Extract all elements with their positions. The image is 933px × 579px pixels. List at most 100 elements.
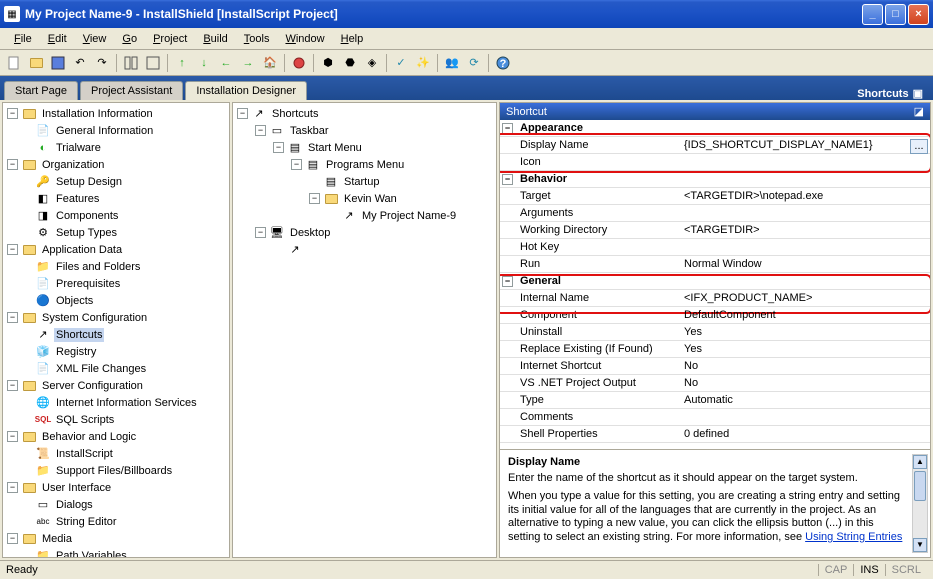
property-grid[interactable]: −Appearance Display Name{IDS_SHORTCUT_DI… — [500, 120, 930, 449]
scroll-down-icon[interactable]: ▼ — [913, 538, 927, 552]
tree-node[interactable]: Support Files/Billboards — [54, 464, 174, 478]
menu-view[interactable]: View — [77, 31, 113, 47]
expander-icon[interactable]: − — [7, 108, 18, 119]
scrollbar[interactable]: ▲ ▼ — [912, 454, 928, 553]
redo-icon[interactable]: ↷ — [92, 53, 112, 73]
prop-value[interactable]: 0 defined — [680, 428, 930, 440]
prop-value[interactable]: No — [680, 360, 930, 372]
menu-edit[interactable]: Edit — [42, 31, 73, 47]
tree-node[interactable]: User Interface — [40, 481, 113, 495]
tab-start-page[interactable]: Start Page — [4, 81, 78, 100]
prop-value[interactable]: Yes — [680, 326, 930, 338]
new-icon[interactable] — [4, 53, 24, 73]
refresh-icon[interactable]: ⟳ — [464, 53, 484, 73]
tree-node[interactable]: InstallScript — [54, 447, 115, 461]
menu-window[interactable]: Window — [279, 31, 330, 47]
prop-value[interactable]: Normal Window — [680, 258, 930, 270]
menu-tools[interactable]: Tools — [238, 31, 276, 47]
tree-node[interactable]: Taskbar — [288, 124, 331, 138]
prop-value[interactable]: {IDS_SHORTCUT_DISPLAY_NAME1}... — [680, 139, 930, 151]
tree-node[interactable]: XML File Changes — [54, 362, 148, 376]
tree-node[interactable]: System Configuration — [40, 311, 149, 325]
tree-node[interactable]: String Editor — [54, 515, 119, 529]
expander-icon[interactable]: − — [255, 227, 266, 238]
tree-node[interactable]: Objects — [54, 294, 95, 308]
down-icon[interactable]: ↓ — [194, 53, 214, 73]
home-icon[interactable]: 🏠 — [260, 53, 280, 73]
tree-node[interactable]: Setup Types — [54, 226, 119, 240]
scroll-thumb[interactable] — [914, 471, 926, 501]
menu-go[interactable]: Go — [116, 31, 143, 47]
expander-icon[interactable]: − — [7, 431, 18, 442]
scroll-up-icon[interactable]: ▲ — [913, 455, 927, 469]
tree-node[interactable]: Programs Menu — [324, 158, 406, 172]
tree-node[interactable]: My Project Name-9 — [360, 209, 458, 223]
tree-node[interactable]: Internet Information Services — [54, 396, 199, 410]
expander-icon[interactable]: − — [502, 276, 513, 287]
tree-node[interactable]: Startup — [342, 175, 381, 189]
expander-icon[interactable]: − — [273, 142, 284, 153]
tree-node[interactable]: Desktop — [288, 226, 332, 240]
build2-icon[interactable]: ⬣ — [340, 53, 360, 73]
tree-node[interactable]: General Information — [54, 124, 155, 138]
expander-icon[interactable]: − — [7, 380, 18, 391]
close-button[interactable]: × — [908, 4, 929, 25]
open-icon[interactable] — [26, 53, 46, 73]
expander-icon[interactable]: − — [309, 193, 320, 204]
tree-node[interactable]: Prerequisites — [54, 277, 122, 291]
expander-icon[interactable]: − — [291, 159, 302, 170]
prop-value[interactable]: <TARGETDIR> — [680, 224, 930, 236]
menu-project[interactable]: Project — [147, 31, 193, 47]
tree-node[interactable]: Components — [54, 209, 120, 223]
expander-icon[interactable]: − — [7, 244, 18, 255]
tree-node[interactable]: SQL Scripts — [54, 413, 116, 427]
tree-node[interactable]: Start Menu — [306, 141, 364, 155]
help-icon[interactable]: ? — [493, 53, 513, 73]
menu-help[interactable]: Help — [335, 31, 370, 47]
maximize-button[interactable]: □ — [885, 4, 906, 25]
tree-node[interactable]: Trialware — [54, 141, 103, 155]
tree-node-shortcuts[interactable]: Shortcuts — [54, 328, 104, 342]
menu-file[interactable]: File — [8, 31, 38, 47]
menu-build[interactable]: Build — [197, 31, 233, 47]
forward-icon[interactable]: → — [238, 53, 258, 73]
tree-node[interactable]: Dialogs — [54, 498, 95, 512]
tree-node[interactable]: Files and Folders — [54, 260, 142, 274]
shortcuts-tree-panel[interactable]: −↗Shortcuts −▭Taskbar −▤Start Menu −▤Pro… — [232, 102, 497, 558]
tree-node[interactable]: Setup Design — [54, 175, 124, 189]
wizard-icon[interactable]: ✨ — [413, 53, 433, 73]
tree-node[interactable]: Application Data — [40, 243, 124, 257]
tree-node[interactable]: Kevin Wan — [342, 192, 399, 206]
expander-icon[interactable]: − — [7, 159, 18, 170]
expander-icon[interactable]: − — [255, 125, 266, 136]
expander-icon[interactable]: − — [502, 174, 513, 185]
ellipsis-button[interactable]: ... — [910, 139, 928, 154]
tree-node[interactable]: Features — [54, 192, 101, 206]
tree-node[interactable]: Organization — [40, 158, 106, 172]
tree-node[interactable]: Server Configuration — [40, 379, 145, 393]
view-list-panel[interactable]: −Installation Information 📄General Infor… — [2, 102, 230, 558]
prop-value[interactable]: DefaultComponent — [680, 309, 930, 321]
expander-icon[interactable]: − — [7, 533, 18, 544]
tree-node[interactable]: Path Variables — [54, 549, 129, 559]
panel-pin-icon[interactable]: ◪ — [914, 105, 924, 118]
tab-project-assistant[interactable]: Project Assistant — [80, 81, 183, 100]
layout2-icon[interactable] — [143, 53, 163, 73]
expander-icon[interactable]: − — [7, 482, 18, 493]
help-link[interactable]: Using String Entries — [805, 531, 902, 543]
check-icon[interactable]: ✓ — [391, 53, 411, 73]
prop-value[interactable]: Automatic — [680, 394, 930, 406]
expander-icon[interactable]: − — [237, 108, 248, 119]
save-icon[interactable] — [48, 53, 68, 73]
back-icon[interactable]: ← — [216, 53, 236, 73]
tree-node[interactable]: Installation Information — [40, 107, 155, 121]
expander-icon[interactable]: − — [502, 123, 513, 134]
build3-icon[interactable]: ◈ — [362, 53, 382, 73]
community-icon[interactable]: 👥 — [442, 53, 462, 73]
prop-value[interactable]: Yes — [680, 343, 930, 355]
undo-icon[interactable]: ↶ — [70, 53, 90, 73]
prop-value[interactable]: No — [680, 377, 930, 389]
build-icon[interactable]: ⬢ — [318, 53, 338, 73]
layout1-icon[interactable] — [121, 53, 141, 73]
tree-node[interactable]: Behavior and Logic — [40, 430, 138, 444]
